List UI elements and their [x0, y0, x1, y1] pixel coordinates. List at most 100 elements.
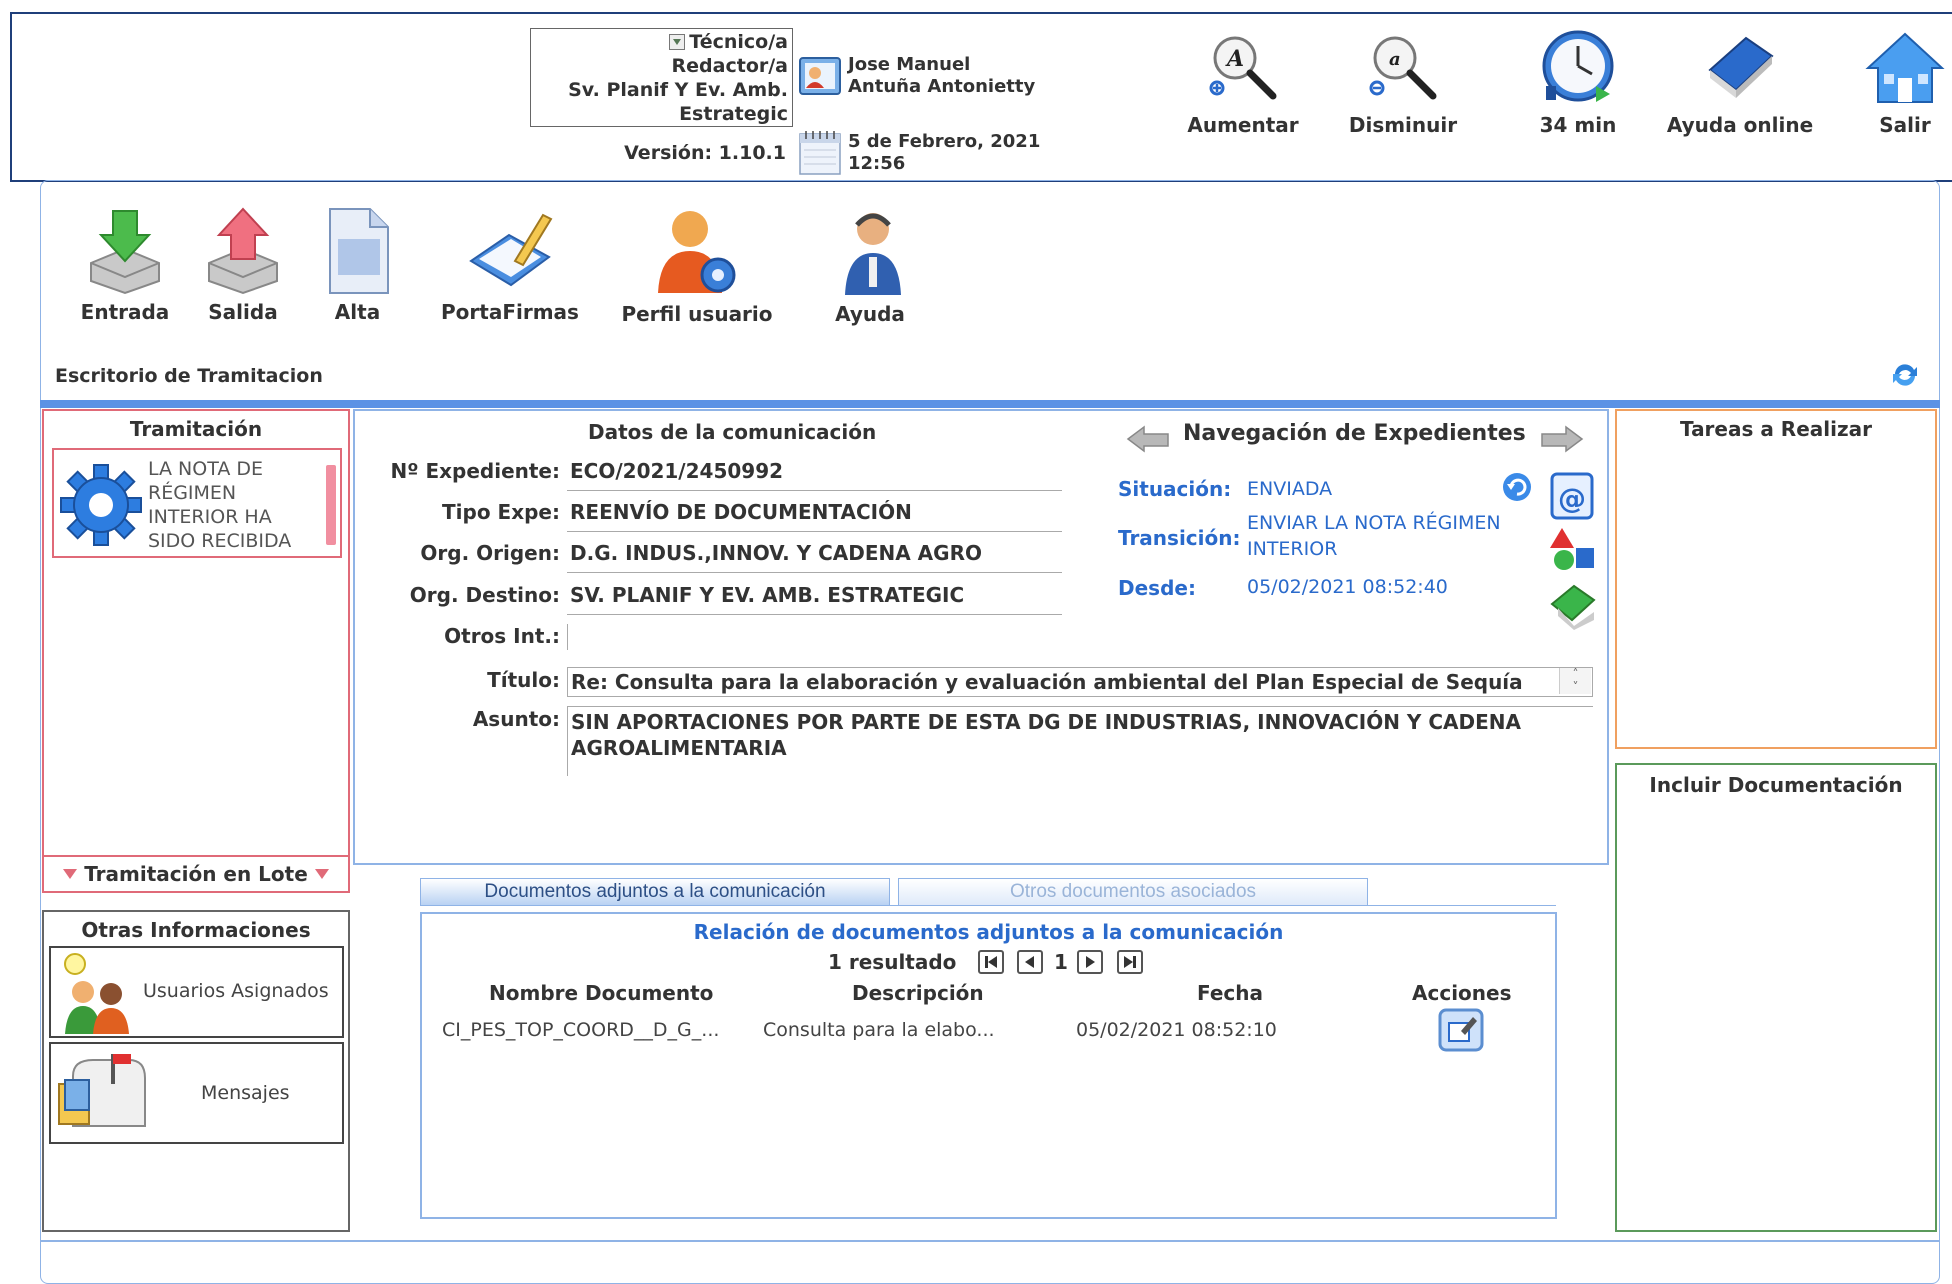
alta-button[interactable]: Alta [315, 205, 400, 324]
titulo-field[interactable]: Re: Consulta para la elaboración y evalu… [567, 667, 1593, 697]
tipo-expe-value: REENVÍO DE DOCUMENTACIÓN [567, 500, 1062, 532]
tramitacion-title: Tramitación [129, 417, 263, 441]
user-name: Jose Manuel Antuña Antonietty [848, 54, 1036, 97]
entrada-button[interactable]: Entrada [75, 205, 175, 324]
otras-informaciones-title: Otras Informaciones [81, 918, 311, 942]
asunto-field[interactable]: SIN APORTACIONES POR PARTE DE ESTA DG DE… [567, 706, 1593, 776]
org-destino-value: SV. PLANIF Y EV. AMB. ESTRATEGIC [567, 583, 1062, 615]
document-description: Consulta para la elabo... [763, 1019, 995, 1041]
new-document-icon [328, 208, 389, 294]
online-help-button[interactable]: Ayuda online [1660, 30, 1820, 137]
tramitacion-item[interactable]: LA NOTA DE RÉGIMEN INTERIOR HA SIDO RECI… [52, 448, 342, 558]
mensajes-button[interactable]: Mensajes [49, 1042, 344, 1144]
chevron-down-icon[interactable] [669, 34, 686, 50]
next-page-icon [1086, 956, 1095, 968]
desde-label: Desde: [1118, 576, 1196, 600]
help-book-icon [1708, 36, 1774, 98]
clock-icon [1542, 30, 1614, 102]
tab-otros-documentos[interactable]: Otros documentos asociados [898, 878, 1368, 906]
svg-text:a: a [1389, 49, 1401, 70]
document-date: 05/02/2021 08:52:10 [1076, 1019, 1277, 1041]
next-expediente-icon[interactable] [1540, 424, 1584, 454]
tramitacion-item-label: LA NOTA DE RÉGIMEN INTERIOR HA SIDO RECI… [148, 458, 292, 552]
section-divider [40, 400, 1940, 408]
usuarios-asignados-label: Usuarios Asignados [143, 980, 329, 1002]
column-header-nombre[interactable]: Nombre Documento [489, 981, 713, 1005]
gear-icon [58, 462, 144, 548]
user-profile-icon [658, 211, 736, 293]
footer-divider [40, 1240, 1940, 1242]
edit-document-icon [1438, 1008, 1484, 1052]
triangle-down-icon [314, 869, 329, 879]
tab-underline [420, 905, 1556, 906]
shapes-icon[interactable] [1548, 526, 1598, 574]
incluir-documentacion-panel: Incluir Documentación [1615, 763, 1937, 1232]
next-page-button[interactable] [1077, 950, 1103, 974]
alta-label: Alta [334, 300, 381, 324]
triangle-down-icon [63, 869, 78, 879]
tramitacion-scrollbar[interactable] [326, 465, 336, 545]
role-line-4: Estrategic [679, 103, 788, 125]
version-label: Versión: 1.10.1 [624, 142, 786, 164]
ayuda-button[interactable]: Ayuda [830, 205, 910, 326]
results-count: 1 resultado [828, 950, 957, 974]
tareas-panel: Tareas a Realizar [1615, 409, 1937, 749]
documentos-title: Relación de documentos adjuntos a la com… [693, 920, 1284, 944]
otros-int-label: Otros Int.: [444, 624, 560, 648]
refresh-icon[interactable] [1890, 360, 1920, 390]
role-selector[interactable]: Técnico/a Redactor/a Sv. Planif Y Ev. Am… [530, 28, 793, 127]
situacion-label: Situación: [1118, 477, 1232, 501]
decrease-font-label: Disminuir [1348, 113, 1458, 137]
email-icon[interactable]: @ [1548, 470, 1596, 522]
decrease-font-button[interactable]: a Disminuir [1338, 30, 1468, 137]
asunto-label: Asunto: [472, 707, 560, 731]
support-agent-icon [845, 213, 901, 295]
tareas-title: Tareas a Realizar [1680, 417, 1872, 441]
session-timer-button[interactable]: 34 min [1518, 28, 1638, 137]
portafirmas-button[interactable]: PortaFirmas [435, 205, 585, 324]
increase-font-button[interactable]: A Aumentar [1178, 30, 1308, 137]
tab-documentos-adjuntos[interactable]: Documentos adjuntos a la comunicación [420, 878, 890, 906]
svg-text:A: A [1225, 46, 1244, 72]
previous-page-icon [1025, 956, 1034, 968]
last-page-button[interactable] [1117, 950, 1143, 974]
logout-button[interactable]: Salir [1855, 28, 1952, 137]
role-line-1: Técnico/a [689, 31, 788, 53]
tipo-expe-label: Tipo Expe: [442, 500, 560, 524]
zoom-in-icon: A [1209, 36, 1277, 100]
first-page-icon [985, 956, 997, 968]
last-page-icon [1124, 956, 1136, 968]
navegacion-title: Navegación de Expedientes [1183, 421, 1526, 446]
column-header-descripcion[interactable]: Descripción [852, 981, 984, 1005]
salida-label: Salida [208, 300, 278, 324]
previous-page-button[interactable] [1017, 950, 1043, 974]
zoom-out-icon: a [1369, 36, 1437, 100]
document-name[interactable]: CI_PES_TOP_COORD__D_G_... [442, 1019, 719, 1041]
home-icon [1865, 32, 1945, 103]
column-header-fecha[interactable]: Fecha [1197, 981, 1263, 1005]
desde-value: 05/02/2021 08:52:40 [1247, 576, 1448, 598]
incluir-documentacion-title: Incluir Documentación [1649, 773, 1903, 797]
ayuda-label: Ayuda [835, 302, 905, 326]
logout-label: Salir [1879, 113, 1931, 137]
edit-document-button[interactable] [1437, 1007, 1485, 1053]
online-help-label: Ayuda online [1666, 113, 1814, 137]
perfil-usuario-button[interactable]: Perfil usuario [617, 205, 777, 326]
current-date: 5 de Febrero, 2021 12:56 [848, 131, 1041, 174]
titulo-scroll-arrows[interactable]: ˄ ˅ [1559, 668, 1591, 694]
assigned-users-icon [64, 953, 129, 1034]
role-line-2: Redactor/a [671, 55, 788, 77]
sign-document-icon [469, 213, 553, 287]
org-origen-label: Org. Origen: [420, 541, 560, 565]
otros-int-value [567, 624, 1062, 650]
first-page-button[interactable] [978, 950, 1004, 974]
undo-icon[interactable] [1502, 472, 1532, 502]
salida-button[interactable]: Salida [193, 205, 293, 324]
calendar-icon [798, 128, 842, 176]
session-timer-label: 34 min [1539, 113, 1617, 137]
usuarios-asignados-button[interactable]: Usuarios Asignados [49, 946, 344, 1038]
archive-icon[interactable] [1548, 582, 1598, 630]
increase-font-label: Aumentar [1187, 113, 1299, 137]
previous-expediente-icon[interactable] [1126, 424, 1170, 454]
tramitacion-lote-toggle[interactable]: Tramitación en Lote [42, 857, 350, 893]
